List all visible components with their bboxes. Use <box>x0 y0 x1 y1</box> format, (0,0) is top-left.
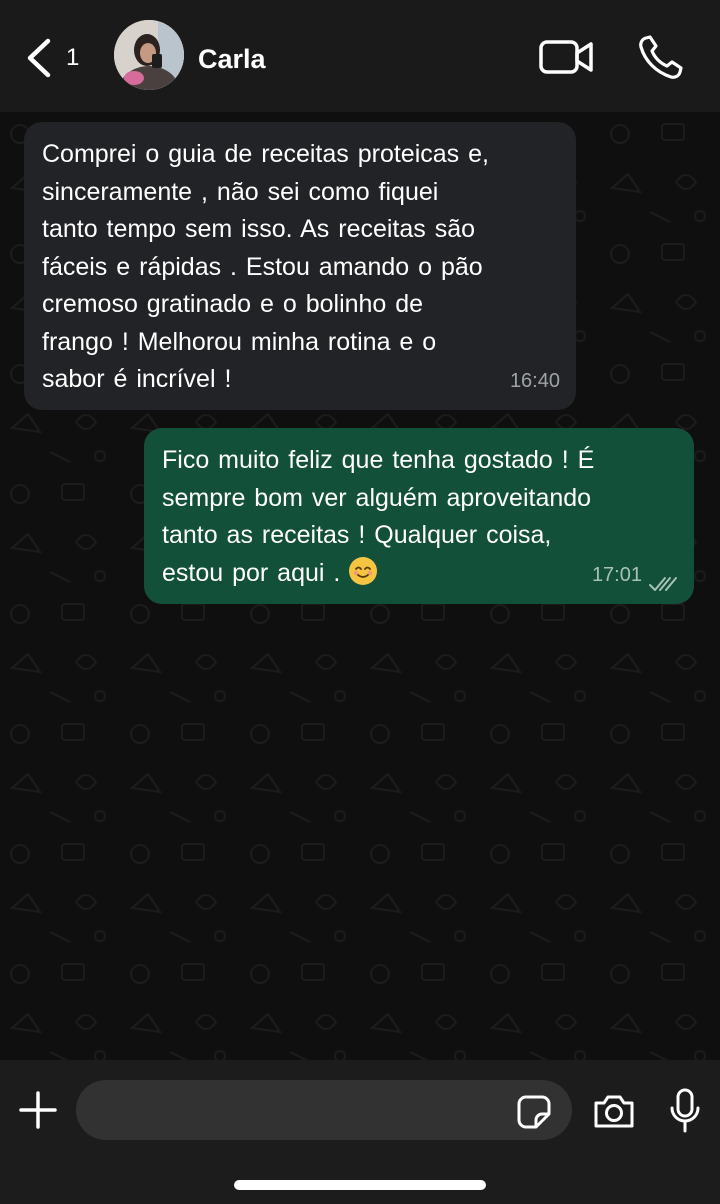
message-text-line: cremoso gratinado e o bolinho de <box>42 290 424 318</box>
composer-bar <box>0 1060 720 1204</box>
message-timestamp: 17:01 <box>591 563 642 586</box>
incoming-message[interactable]: Comprei o guia de receitas proteicas e, … <box>24 122 576 410</box>
sticker-icon[interactable] <box>516 1094 552 1130</box>
contact-name[interactable]: Carla <box>198 44 266 75</box>
microphone-icon[interactable] <box>668 1088 702 1134</box>
message-text-line: Comprei o guia de receitas proteicas e, <box>42 140 489 168</box>
double-check-icon <box>649 577 677 591</box>
message-text-line: tanto as receitas ! Qualquer coisa, <box>162 521 552 549</box>
chevron-left-icon <box>27 38 51 78</box>
message-text-line: Fico muito feliz que tenha gostado ! É <box>162 446 595 474</box>
message-text-line: frango ! Melhorou minha rotina e o <box>42 327 437 356</box>
message-timestamp: 16:40 <box>509 369 560 392</box>
message-list[interactable]: Comprei o guia de receitas proteicas e, … <box>0 112 720 1060</box>
avatar-photo <box>114 20 184 90</box>
message-text-line: tanto tempo sem isso. As receitas são <box>42 215 476 243</box>
unread-count: 1 <box>66 44 80 71</box>
plus-icon[interactable] <box>18 1090 58 1130</box>
message-text: estou por aqui . <box>162 558 341 587</box>
video-call-icon[interactable] <box>538 36 594 78</box>
chat-header: 1 Carla <box>0 0 720 112</box>
home-indicator <box>234 1180 486 1190</box>
message-text-line: sinceramente , não sei como fiquei <box>42 177 439 206</box>
message-text-line: fáceis e rápidas . Estou amando o pão <box>42 252 483 281</box>
message-text-line: sabor é incrível ! <box>42 365 232 393</box>
back-button[interactable]: 1 <box>22 34 92 82</box>
message-input[interactable] <box>76 1080 572 1140</box>
message-text-line: sempre bom ver alguém aproveitando <box>162 483 592 512</box>
avatar[interactable] <box>114 20 184 90</box>
phone-icon[interactable] <box>636 34 684 82</box>
outgoing-message[interactable]: Fico muito feliz que tenha gostado ! É s… <box>144 428 694 604</box>
smiling-face-emoji <box>349 556 378 585</box>
camera-icon[interactable] <box>592 1092 636 1130</box>
